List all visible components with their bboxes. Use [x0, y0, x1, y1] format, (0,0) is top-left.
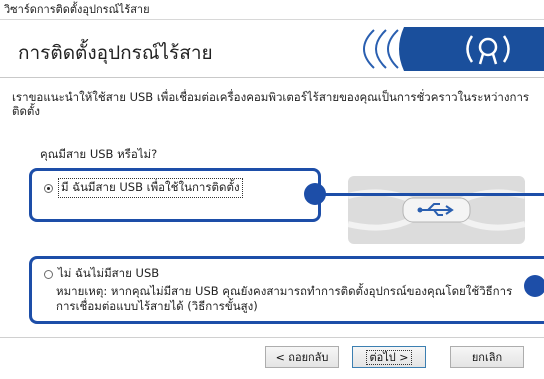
yes-option-label: มี ฉันมีสาย USB เพื่อใช้ในการติดตั้ง	[58, 178, 243, 198]
callout-line-yes	[314, 193, 544, 196]
no-radio-button[interactable]	[44, 269, 53, 279]
footer-divider	[0, 337, 544, 338]
cancel-button[interactable]: ยกเลิก	[450, 346, 524, 368]
yes-usb-option[interactable]: มี ฉันมีสาย USB เพื่อใช้ในการติดตั้ง	[44, 178, 243, 198]
callout-marker-yes	[304, 183, 326, 205]
no-usb-note: หมายเหตุ: หากคุณไม่มีสาย USB คุณยังคงสาม…	[56, 284, 513, 313]
window-title: วิซาร์ดการติดตั้งอุปกรณ์ไร้สาย	[0, 0, 544, 20]
no-usb-option[interactable]: ไม่ ฉันไม่มีสาย USB	[44, 265, 159, 283]
page-title: การติดตั้งอุปกรณ์ไร้สาย	[18, 42, 213, 64]
back-button[interactable]: < ถอยกลับ	[265, 346, 339, 368]
wifi-signal-icon	[354, 24, 544, 74]
no-option-label: ไม่ ฉันไม่มีสาย USB	[58, 266, 160, 280]
usb-icon	[347, 189, 526, 231]
usb-cable-image	[347, 176, 526, 244]
intro-text: เราขอแนะนำให้ใช้สาย USB เพื่อเชื่อมต่อเค…	[12, 90, 530, 118]
next-button-label: ต่อไป >	[365, 350, 413, 365]
wizard-header: การติดตั้งอุปกรณ์ไร้สาย	[0, 20, 544, 78]
callout-marker-no	[524, 275, 544, 297]
next-button[interactable]: ต่อไป >	[352, 346, 426, 368]
usb-question: คุณมีสาย USB หรือไม่?	[40, 147, 158, 161]
yes-radio-button[interactable]	[44, 183, 53, 193]
